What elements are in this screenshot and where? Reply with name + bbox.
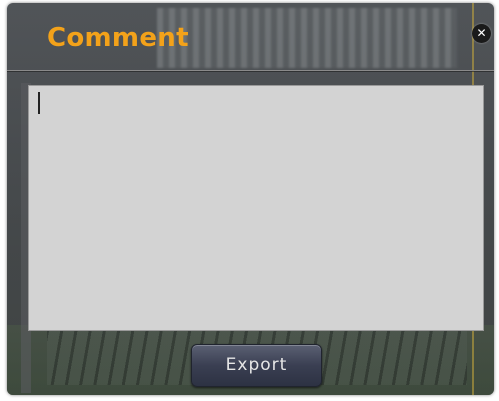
- text-cursor: [38, 92, 40, 114]
- comment-dialog: Comment ✕ Export: [7, 3, 494, 395]
- export-button[interactable]: Export: [191, 344, 322, 387]
- dialog-title: Comment: [47, 23, 189, 53]
- title-divider-shadow: [7, 71, 494, 72]
- close-icon[interactable]: ✕: [472, 24, 491, 43]
- background-building: [157, 8, 457, 68]
- comment-textarea[interactable]: [28, 85, 484, 331]
